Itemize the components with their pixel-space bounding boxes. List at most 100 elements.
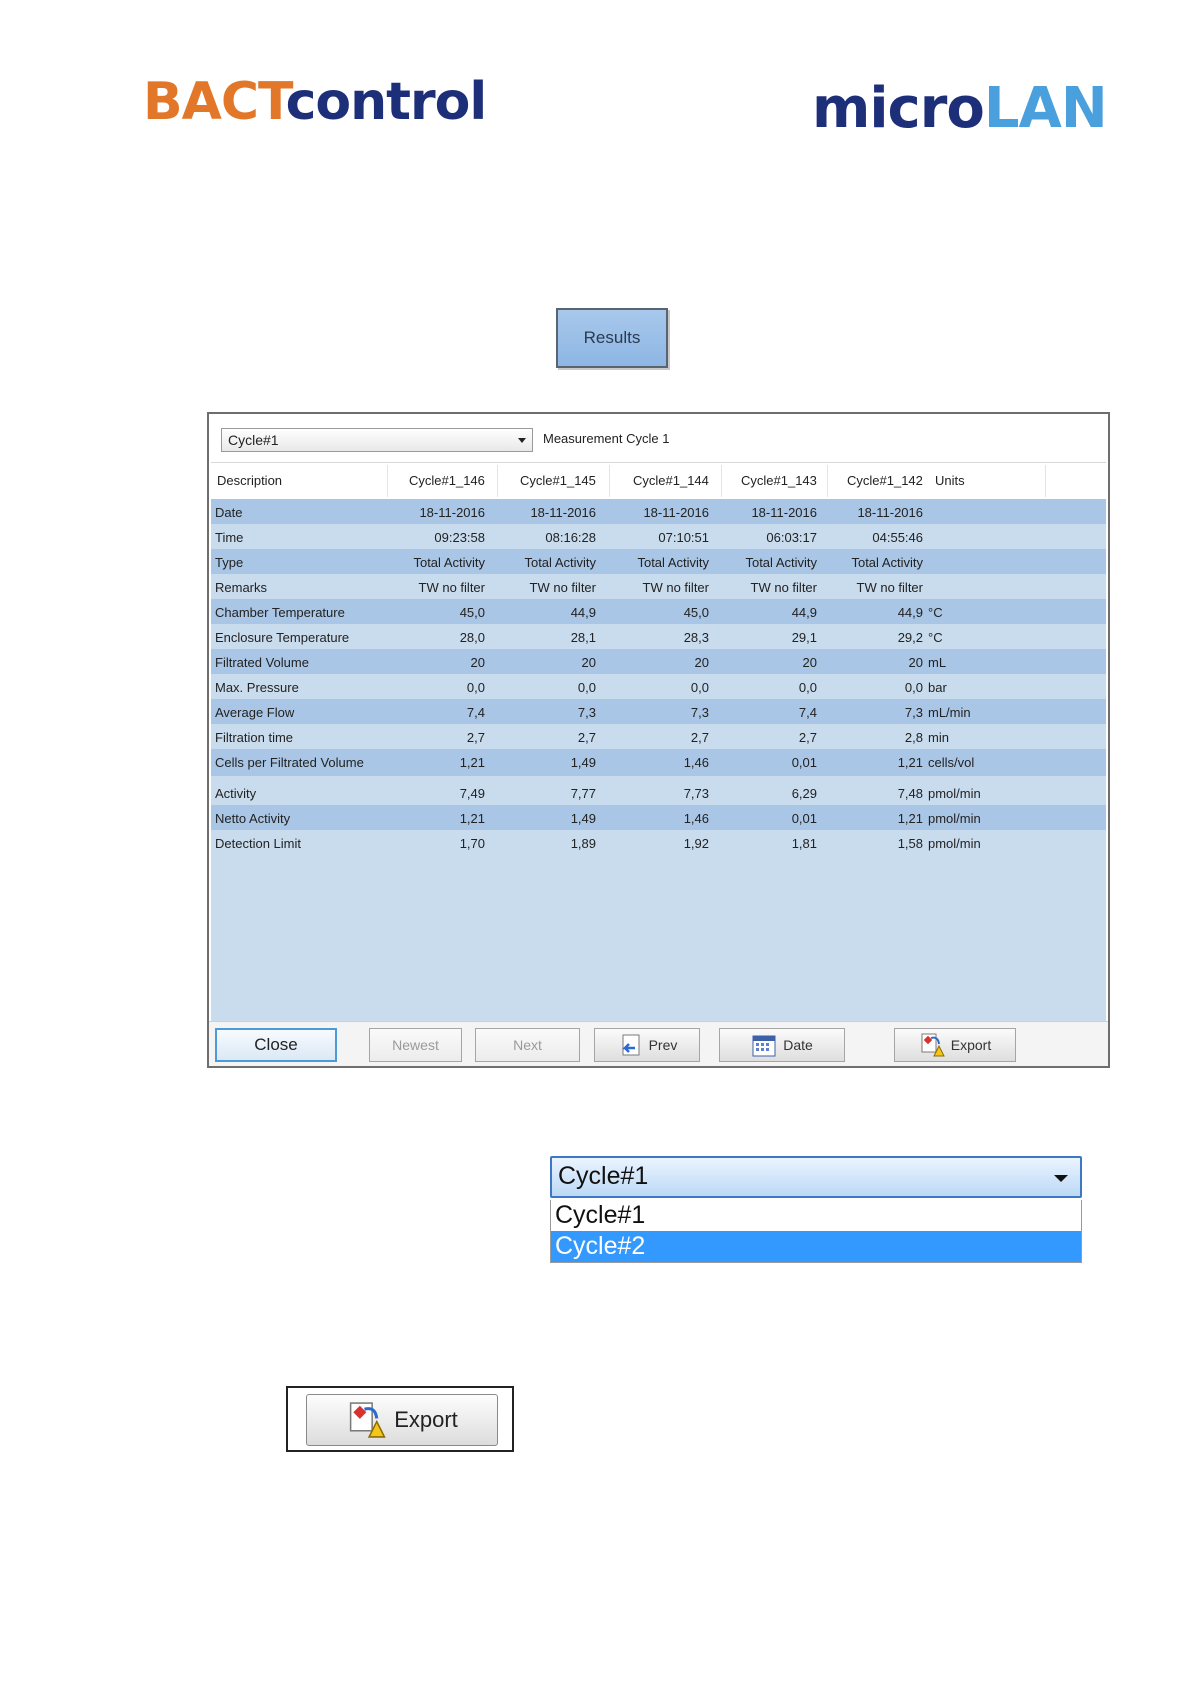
table-cell: 1,49	[570, 755, 596, 770]
row-label: Time	[215, 530, 244, 545]
column-header[interactable]: Cycle#1_145	[520, 473, 596, 488]
table-row[interactable]: Max. Pressure 0,0 0,0 0,0 0,0 0,0 bar	[211, 674, 1106, 701]
table-cell: 29,2	[897, 630, 923, 645]
table-cell: 0,01	[791, 811, 817, 826]
table-cell: TW no filter	[529, 580, 596, 595]
export-button-large-label: Export	[394, 1407, 458, 1432]
table-cell: 06:03:17	[766, 530, 817, 545]
column-header[interactable]: Cycle#1_146	[409, 473, 485, 488]
table-row[interactable]: Activity 7,49 7,77 7,73 6,29 7,48 pmol/min	[211, 780, 1106, 807]
export-button-large[interactable]: Export	[306, 1394, 498, 1446]
column-header[interactable]: Description	[217, 473, 282, 488]
table-cell: 7,48	[897, 786, 923, 801]
row-label: Date	[215, 505, 243, 520]
microlan-logo: microLAN	[812, 76, 1108, 141]
table-row[interactable]: Remarks TW no filter TW no filter TW no fil…	[211, 574, 1106, 601]
next-button-label: Next	[513, 1037, 542, 1053]
prev-button-label: Prev	[648, 1037, 678, 1053]
dropdown-options: Cycle#1 Cycle#2	[550, 1200, 1082, 1263]
table-row[interactable]: Filtration time 2,7 2,7 2,7 2,7 2,8 min	[211, 724, 1106, 751]
table-cell: 1,21	[897, 811, 923, 826]
calendar-icon	[752, 1035, 776, 1057]
table-cell: 20	[802, 655, 817, 670]
dropdown-value: Cycle#1	[558, 1162, 649, 1190]
prev-arrow-icon	[621, 1034, 640, 1056]
row-unit: cells/vol	[928, 755, 975, 770]
table-cell: 18-11-2016	[751, 505, 817, 520]
logo-control-text: control	[285, 72, 488, 132]
table-cell: 1,89	[570, 836, 596, 851]
cycle-dropdown[interactable]: Cycle#1	[550, 1156, 1082, 1198]
table-cell: 7,3	[904, 705, 923, 720]
cycle-dropdown-example: Cycle#1 Cycle#1 Cycle#2	[550, 1156, 1082, 1263]
row-unit: pmol/min	[928, 836, 981, 851]
row-unit: min	[928, 730, 949, 745]
results-button-label: Results	[583, 328, 641, 347]
dropdown-option[interactable]: Cycle#1	[551, 1200, 1081, 1231]
table-cell: 20	[581, 655, 596, 670]
export-button[interactable]: Export	[894, 1028, 1016, 1062]
close-button[interactable]: Close	[215, 1028, 337, 1062]
table-cell: 44,9	[897, 605, 923, 620]
row-unit: pmol/min	[928, 811, 981, 826]
column-header[interactable]: Cycle#1_144	[633, 473, 709, 488]
table-cell: 1,46	[683, 811, 709, 826]
column-header[interactable]: Cycle#1_143	[741, 473, 817, 488]
cycle-select[interactable]: Cycle#1	[221, 428, 533, 452]
table-row[interactable]: Time 09:23:58 08:16:28 07:10:51 06:03:17 04:5…	[211, 524, 1106, 551]
table-row[interactable]: Filtrated Volume 20 20 20 20 20 mL	[211, 649, 1106, 676]
results-grid: Description Cycle#1_146 Cycle#1_145 Cycl…	[211, 462, 1106, 1025]
table-row[interactable]: Chamber Temperature 45,0 44,9 45,0 44,9 44,9 °…	[211, 599, 1106, 626]
row-label: Cells per Filtrated Volume	[215, 755, 364, 770]
table-cell: 45,0	[459, 605, 485, 620]
row-label: Netto Activity	[215, 811, 291, 826]
table-cell: Total Activity	[745, 555, 817, 570]
row-unit: bar	[928, 680, 947, 695]
table-cell: 0,0	[690, 680, 709, 695]
table-row[interactable]: Date 18-11-2016 18-11-2016 18-11-2016 18-11-…	[211, 499, 1106, 526]
column-divider	[609, 465, 610, 497]
table-cell: 6,29	[791, 786, 817, 801]
table-cell: 2,7	[577, 730, 596, 745]
dropdown-option-highlighted[interactable]: Cycle#2	[551, 1231, 1081, 1262]
newest-button[interactable]: Newest	[369, 1028, 462, 1062]
table-row[interactable]: Cells per Filtrated Volume 1,21 1,49 1,46 0,…	[211, 749, 1106, 776]
table-cell: TW no filter	[856, 580, 923, 595]
column-header[interactable]: Units	[935, 473, 965, 488]
results-button[interactable]: Results	[556, 308, 668, 368]
table-cell: 2,8	[904, 730, 923, 745]
table-cell: 7,4	[798, 705, 817, 720]
bactcontrol-logo: BACTcontrol	[143, 72, 488, 132]
logo-lan-text: LAN	[983, 76, 1108, 141]
table-cell: 0,0	[904, 680, 923, 695]
table-cell: 45,0	[683, 605, 709, 620]
column-divider	[1045, 465, 1046, 497]
table-cell: Total Activity	[637, 555, 709, 570]
column-divider	[827, 465, 828, 497]
table-cell: 7,73	[683, 786, 709, 801]
date-button[interactable]: Date	[719, 1028, 845, 1062]
table-cell: 44,9	[570, 605, 596, 620]
table-cell: 0,01	[791, 755, 817, 770]
table-cell: TW no filter	[750, 580, 817, 595]
column-header[interactable]: Cycle#1_142	[847, 473, 923, 488]
table-cell: 20	[694, 655, 709, 670]
table-cell: 7,49	[459, 786, 485, 801]
table-cell: 07:10:51	[658, 530, 709, 545]
table-row[interactable]: Enclosure Temperature 28,0 28,1 28,3 29,1 29,…	[211, 624, 1106, 651]
row-label: Max. Pressure	[215, 680, 299, 695]
table-row[interactable]: Netto Activity 1,21 1,49 1,46 0,01 1,21 pmol/m…	[211, 805, 1106, 832]
table-cell: 1,81	[791, 836, 817, 851]
table-row[interactable]: Detection Limit 1,70 1,89 1,92 1,81 1,58 pmol/…	[211, 830, 1106, 857]
next-button[interactable]: Next	[475, 1028, 580, 1062]
table-cell: 09:23:58	[434, 530, 485, 545]
table-row[interactable]: Average Flow 7,4 7,3 7,3 7,4 7,3 mL/min	[211, 699, 1106, 726]
table-row[interactable]: Type Total Activity Total Activity Total Ac…	[211, 549, 1106, 576]
table-cell: 29,1	[791, 630, 817, 645]
table-cell: 1,46	[683, 755, 709, 770]
table-cell: 0,0	[577, 680, 596, 695]
prev-button[interactable]: Prev	[594, 1028, 700, 1062]
table-cell: 28,1	[570, 630, 596, 645]
logo-micro-text: micro	[812, 76, 985, 141]
export-button-label: Export	[950, 1037, 992, 1053]
